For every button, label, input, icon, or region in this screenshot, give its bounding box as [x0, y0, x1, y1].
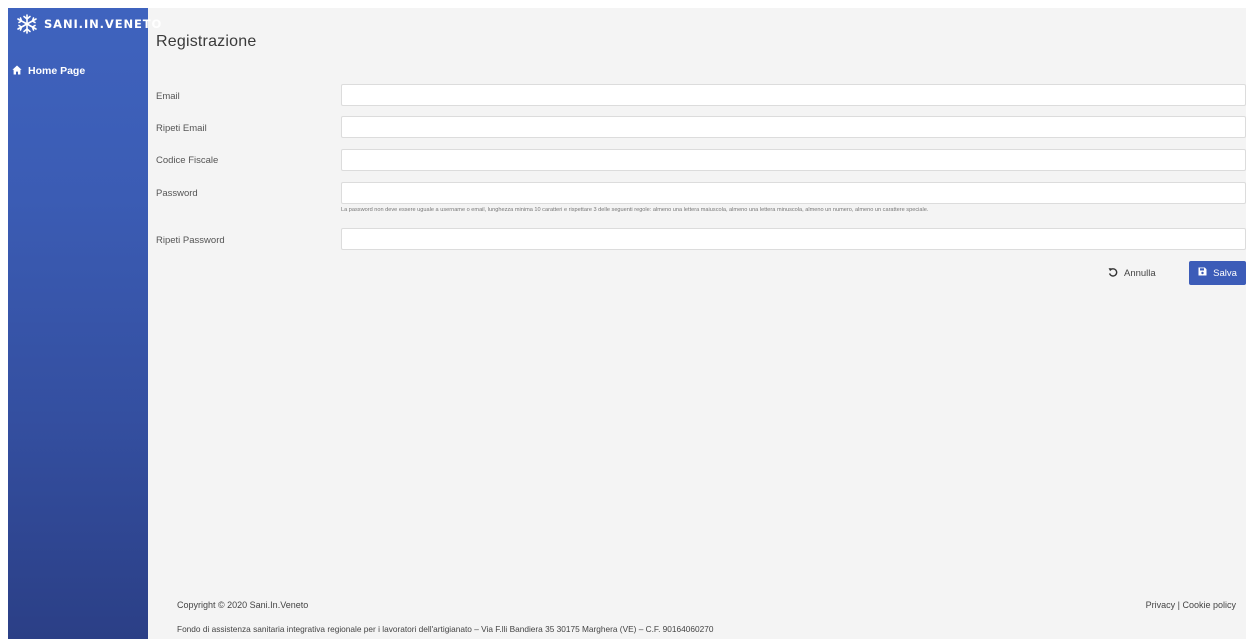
app-frame: SANI.IN.VENETO Home Page Registrazione E…	[8, 8, 1246, 639]
privacy-link[interactable]: Privacy	[1146, 600, 1176, 610]
brand[interactable]: SANI.IN.VENETO	[16, 14, 162, 34]
footer-links: Privacy | Cookie policy	[1146, 600, 1236, 610]
repeat-email-label: Ripeti Email	[156, 123, 207, 134]
home-icon	[12, 62, 22, 80]
cookie-policy-link[interactable]: Cookie policy	[1182, 600, 1236, 610]
cancel-button-label: Annulla	[1124, 267, 1156, 279]
save-button[interactable]: Salva	[1189, 261, 1246, 285]
email-field[interactable]	[341, 84, 1246, 106]
tax-code-field[interactable]	[341, 149, 1246, 171]
sidebar-item-home[interactable]: Home Page	[12, 62, 144, 80]
footer-info: Fondo di assistenza sanitaria integrativ…	[177, 624, 714, 634]
password-help-text: La password non deve essere uguale a use…	[341, 207, 929, 213]
brand-name: SANI.IN.VENETO	[44, 17, 163, 31]
tax-code-label: Codice Fiscale	[156, 155, 219, 166]
email-label: Email	[156, 91, 180, 102]
password-field[interactable]	[341, 182, 1246, 204]
main-content: Registrazione Email Ripeti Email Codice …	[148, 8, 1246, 639]
cancel-button[interactable]: Annulla	[1108, 262, 1156, 284]
repeat-password-label: Ripeti Password	[156, 235, 225, 246]
repeat-email-field[interactable]	[341, 116, 1246, 138]
sidebar: SANI.IN.VENETO Home Page	[8, 8, 161, 639]
floppy-disk-icon	[1198, 267, 1213, 279]
page-title: Registrazione	[156, 33, 257, 50]
snowflake-logo-icon	[16, 14, 38, 34]
undo-icon	[1108, 267, 1124, 280]
footer-copyright: Copyright © 2020 Sani.In.Veneto	[177, 600, 309, 610]
password-label: Password	[156, 188, 198, 199]
repeat-password-field[interactable]	[341, 228, 1246, 250]
save-button-label: Salva	[1213, 267, 1237, 279]
sidebar-item-label: Home Page	[28, 65, 86, 77]
footer-link-separator: |	[1177, 600, 1180, 610]
